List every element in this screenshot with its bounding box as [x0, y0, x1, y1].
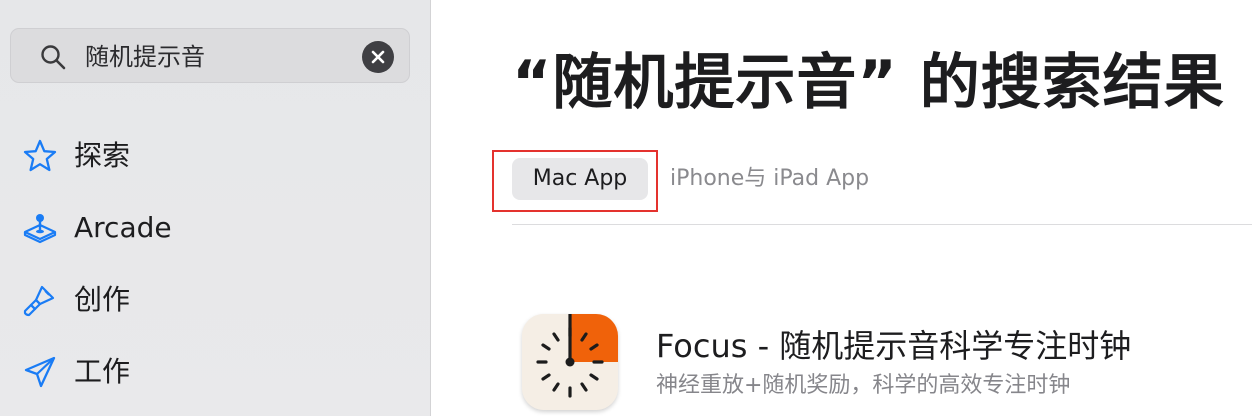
search-input-text[interactable]: 随机提示音 [85, 41, 205, 73]
app-subtitle: 神经重放+随机奖励，科学的高效专注时钟 [656, 373, 1071, 398]
app-title[interactable]: Focus - 随机提示音科学专注时钟 [656, 324, 1131, 368]
app-store-window: 随机提示音 探索 Arcade 创作 工作 “随机提示音” 的搜索结果 Mac … [0, 0, 1252, 416]
timer-icon [522, 314, 618, 410]
search-field[interactable]: 随机提示音 [10, 28, 410, 83]
sidebar-item-label: Arcade [74, 211, 172, 244]
tab-mac-app[interactable]: Mac App [512, 158, 648, 200]
paper-plane-icon [24, 356, 56, 388]
sidebar-item-explore[interactable]: 探索 [22, 134, 402, 178]
sidebar-item-work[interactable]: 工作 [22, 350, 402, 394]
divider [512, 224, 1252, 225]
sidebar-item-arcade[interactable]: Arcade [22, 206, 402, 250]
search-result-item[interactable]: Focus - 随机提示音科学专注时钟 神经重放+随机奖励，科学的高效专注时钟 [522, 314, 1242, 416]
search-results-pane: “随机提示音” 的搜索结果 Mac App iPhone与 iPad App F… [432, 0, 1252, 416]
search-icon [41, 45, 66, 70]
sidebar-item-create[interactable]: 创作 [22, 278, 402, 322]
tab-iphone-ipad-app[interactable]: iPhone与 iPad App [670, 158, 869, 200]
clear-icon [371, 50, 385, 64]
joystick-icon [23, 214, 57, 244]
sidebar-item-label: 创作 [74, 283, 131, 316]
brush-icon [23, 285, 55, 317]
sidebar-item-label: 探索 [74, 139, 131, 172]
sidebar-item-label: 工作 [74, 355, 131, 388]
sidebar: 随机提示音 探索 Arcade 创作 工作 [0, 0, 431, 416]
focus-timer-app-icon[interactable] [522, 314, 618, 410]
clear-search-button[interactable] [362, 41, 394, 73]
page-title: “随机提示音” 的搜索结果 [512, 48, 1225, 118]
star-icon [23, 139, 57, 172]
